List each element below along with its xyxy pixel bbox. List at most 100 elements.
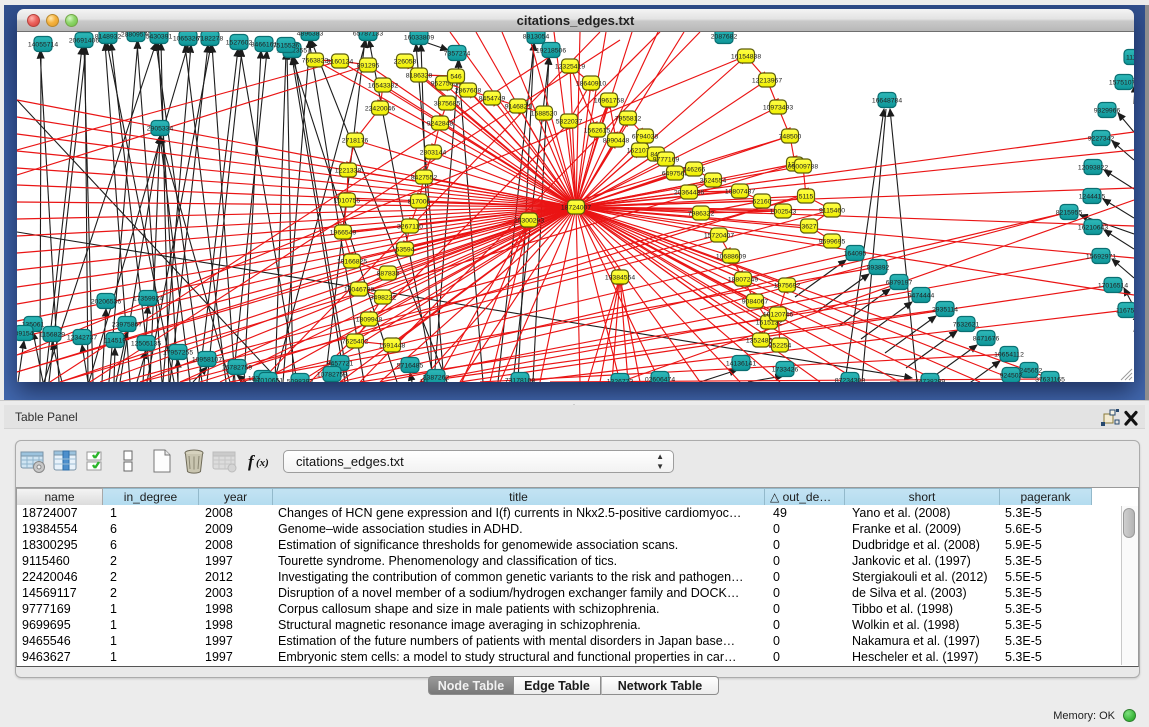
svg-text:924502: 924502 [1000, 373, 1023, 380]
svg-text:16154838: 16154838 [731, 54, 761, 61]
svg-text:14055714: 14055714 [28, 42, 58, 49]
svg-text:9329966: 9329966 [1094, 108, 1121, 115]
svg-text:1221338: 1221338 [335, 168, 362, 175]
svg-text:05009788: 05009788 [788, 164, 818, 171]
svg-text:02606474: 02606474 [645, 377, 675, 383]
svg-text:9777169: 9777169 [653, 157, 680, 164]
svg-text:1975692: 1975692 [774, 283, 801, 290]
svg-text:16210643: 16210643 [1078, 225, 1108, 232]
svg-text:546: 546 [450, 74, 462, 81]
svg-text:(x): (x) [256, 457, 269, 469]
svg-text:14136141: 14136141 [726, 361, 756, 368]
svg-text:10973493: 10973493 [763, 105, 793, 112]
svg-text:817006: 817006 [408, 199, 431, 206]
svg-text:8990448: 8990448 [603, 138, 630, 145]
svg-text:25300293: 25300293 [514, 218, 544, 225]
svg-text:34738299: 34738299 [915, 379, 945, 383]
svg-text:164095: 164095 [844, 251, 867, 258]
svg-text:37631165: 37631165 [1035, 377, 1065, 383]
svg-text:15751074: 15751074 [1109, 80, 1134, 87]
svg-text:2718176: 2718176 [342, 138, 369, 145]
svg-text:65787133: 65787133 [353, 32, 383, 38]
svg-text:10782759: 10782759 [317, 372, 347, 379]
svg-text:2803144: 2803144 [420, 150, 447, 157]
svg-text:9160124: 9160124 [327, 59, 354, 66]
svg-text:12213967: 12213967 [752, 78, 782, 85]
svg-text:20364436: 20364436 [674, 190, 704, 197]
svg-text:2087682: 2087682 [711, 34, 738, 41]
svg-text:1326773: 1326773 [607, 379, 634, 383]
svg-text:3875685: 3875685 [434, 101, 461, 108]
svg-text:2905334: 2905334 [147, 126, 174, 133]
svg-text:19166825: 19166825 [337, 259, 367, 266]
svg-text:7663822: 7663822 [302, 58, 329, 65]
svg-text:16648784: 16648784 [872, 98, 902, 105]
svg-text:6879197: 6879197 [886, 280, 913, 287]
svg-text:10807487: 10807487 [725, 189, 755, 196]
svg-text:7632621: 7632621 [953, 322, 980, 329]
svg-text:16033809: 16033809 [404, 35, 434, 42]
svg-text:23975867: 23975867 [112, 322, 142, 329]
svg-text:12505135: 12505135 [131, 341, 161, 348]
svg-text:5322037: 5322037 [556, 119, 583, 126]
svg-text:3624554: 3624554 [700, 178, 727, 185]
svg-text:19218506: 19218506 [536, 48, 566, 55]
svg-text:12342737: 12342737 [67, 335, 97, 342]
svg-text:114519: 114519 [104, 338, 126, 345]
svg-text:17359924: 17359924 [133, 296, 163, 303]
svg-text:1156829: 1156829 [39, 332, 65, 339]
svg-text:87234309: 87234309 [835, 378, 865, 383]
svg-text:19384554: 19384554 [605, 275, 635, 282]
svg-text:62160: 62160 [753, 199, 772, 206]
svg-text:1002543: 1002543 [770, 209, 797, 216]
svg-text:8186328: 8186328 [406, 73, 433, 80]
svg-text:7986322: 7986322 [688, 211, 715, 218]
svg-text:9115460: 9115460 [819, 208, 845, 215]
svg-text:8148932: 8148932 [95, 34, 122, 41]
svg-text:5098393: 5098393 [287, 379, 314, 383]
svg-text:4896383: 4896383 [297, 32, 324, 38]
svg-text:8454749: 8454749 [479, 96, 506, 103]
svg-text:1527602: 1527602 [226, 40, 253, 47]
svg-text:3498222: 3498222 [370, 295, 397, 302]
svg-text:1733426: 1733426 [772, 367, 799, 374]
svg-text:8471676: 8471676 [973, 336, 1000, 343]
svg-text:3387262: 3387262 [423, 375, 450, 382]
svg-text:12093822: 12093822 [1078, 165, 1108, 172]
svg-text:1809948: 1809948 [356, 317, 383, 324]
svg-text:5716485: 5716485 [397, 363, 424, 370]
svg-text:8427552: 8427552 [411, 175, 438, 182]
svg-text:9699695: 9699695 [819, 239, 846, 246]
svg-text:15720407: 15720407 [704, 233, 734, 240]
svg-text:1588520: 1588520 [531, 111, 558, 118]
svg-text:18640910: 18640910 [576, 81, 606, 88]
svg-text:6794028: 6794028 [632, 134, 659, 141]
svg-text:73178108: 73178108 [505, 378, 535, 383]
svg-text:9146821: 9146821 [505, 104, 532, 111]
svg-text:8813054: 8813054 [523, 34, 550, 41]
svg-text:10120746: 10120746 [763, 312, 793, 319]
svg-text:5430391: 5430391 [146, 34, 173, 41]
svg-text:116753: 116753 [1116, 308, 1134, 315]
svg-text:39154: 39154 [17, 331, 34, 338]
svg-text:7357274: 7357274 [444, 51, 471, 58]
svg-text:3627: 3627 [801, 224, 816, 231]
svg-text:12325419: 12325419 [555, 64, 585, 71]
svg-text:16543382: 16543382 [368, 83, 398, 90]
svg-text:9474444: 9474444 [908, 293, 935, 300]
svg-text:226058: 226058 [394, 59, 417, 66]
svg-text:746266: 746266 [683, 167, 706, 174]
svg-text:9242848: 9242848 [427, 121, 454, 128]
svg-text:53594: 53594 [396, 247, 415, 254]
svg-text:3267110: 3267110 [397, 224, 423, 231]
svg-text:10958107: 10958107 [192, 357, 222, 364]
svg-text:1112: 1112 [1126, 55, 1134, 62]
svg-text:2935114: 2935114 [932, 307, 958, 314]
svg-text:10654112: 10654112 [994, 352, 1024, 359]
svg-text:252254: 252254 [769, 343, 792, 350]
svg-text:748500: 748500 [779, 134, 802, 141]
svg-text:22420046: 22420046 [365, 106, 395, 113]
svg-text:7182278: 7182278 [197, 36, 224, 43]
svg-text:1966549: 1966549 [330, 230, 357, 237]
svg-text:1691448: 1691448 [379, 343, 406, 350]
